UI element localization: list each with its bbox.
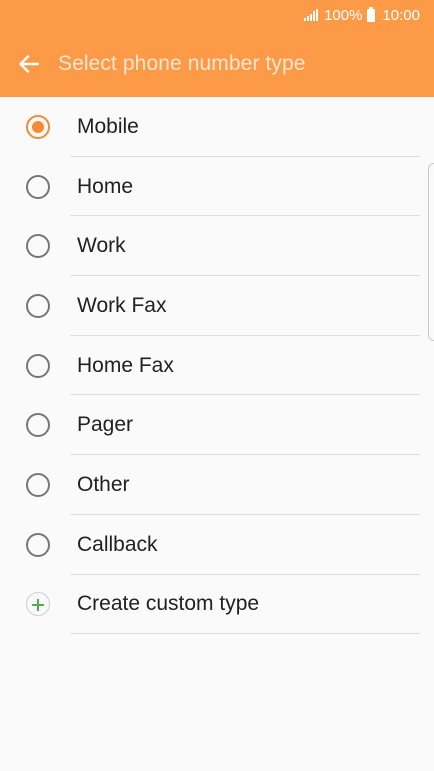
item-label: Pager — [77, 413, 134, 437]
phone-type-list: Mobile Home Work Work Fax Home Fax Pager — [0, 97, 434, 635]
battery-percent: 100% — [324, 6, 363, 24]
item-label: Other — [77, 472, 130, 496]
create-custom-type-button[interactable]: Create custom type — [0, 575, 434, 635]
list-item-other[interactable]: Other — [0, 455, 434, 515]
edge-panel-handle[interactable] — [428, 163, 434, 341]
radio-icon[interactable] — [26, 413, 50, 438]
list-item-callback[interactable]: Callback — [0, 515, 434, 575]
item-label: Work — [77, 234, 126, 258]
screen: 100% 10:00 Select phone number type Mobi… — [0, 0, 434, 771]
app-bar: 100% 10:00 Select phone number type — [0, 0, 434, 97]
radio-icon[interactable] — [26, 293, 50, 318]
arrow-left-icon — [19, 55, 39, 73]
page-title: Select phone number type — [58, 52, 306, 75]
radio-icon[interactable] — [26, 472, 50, 497]
item-label: Mobile — [77, 114, 139, 138]
signal-icon — [304, 9, 319, 21]
item-label: Home Fax — [77, 353, 174, 377]
list-item-home[interactable]: Home — [0, 157, 434, 217]
radio-icon[interactable] — [26, 532, 50, 557]
radio-selected-icon[interactable] — [26, 114, 50, 139]
title-row: Select phone number type — [0, 36, 434, 92]
radio-icon[interactable] — [26, 353, 50, 378]
list-item-pager[interactable]: Pager — [0, 395, 434, 456]
item-label: Work Fax — [77, 293, 167, 317]
create-custom-type-label: Create custom type — [77, 592, 260, 616]
list-item-work[interactable]: Work — [0, 216, 434, 277]
list-item-work-fax[interactable]: Work Fax — [0, 276, 434, 336]
list-item-mobile[interactable]: Mobile — [0, 97, 434, 157]
clock: 10:00 — [382, 6, 420, 24]
radio-icon[interactable] — [26, 174, 50, 199]
plus-icon[interactable] — [26, 592, 50, 617]
radio-icon[interactable] — [26, 234, 50, 259]
list-item-home-fax[interactable]: Home Fax — [0, 336, 434, 396]
item-label: Callback — [77, 532, 158, 556]
divider — [70, 633, 420, 635]
back-button[interactable] — [0, 36, 58, 92]
item-label: Home — [77, 174, 134, 198]
battery-icon — [367, 6, 376, 22]
status-bar: 100% 10:00 — [304, 0, 420, 30]
